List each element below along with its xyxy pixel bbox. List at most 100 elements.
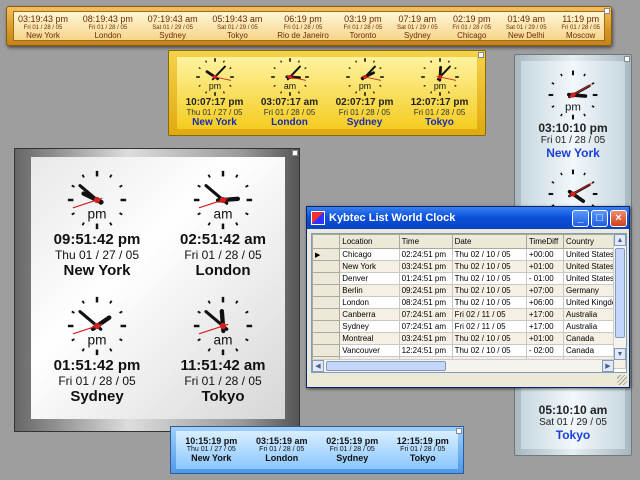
table-row[interactable]: London 08:24:51 pm Thu 02 / 10 / 05 +06:00 U… [312,296,626,309]
clock-tick [551,181,555,184]
clock-time: 11:19 pm [562,14,600,24]
column-header-timediff[interactable]: TimeDiff [525,234,565,249]
table-row[interactable]: Denver 01:24:51 pm Thu 02 / 10 / 05- 01:00… [312,272,626,285]
scroll-thumb[interactable] [615,248,625,338]
clock-tick [197,338,201,342]
clock-tick [235,174,239,178]
table-row[interactable]: Montreal 03:24:51 pm Thu 02 / 10 / 05 +01:0… [312,332,626,345]
vertical-scrollbar[interactable]: ▲ ▼ [613,234,626,360]
table-cell: 01:24:51 pm [398,272,453,285]
clock-tick [197,184,201,188]
table-row[interactable]: Berlin 09:24:51 pm Thu 02 / 10 / 05 +07:00 G… [312,284,626,297]
city-clock-london: am 03:07:17 am Fri 01 / 28 / 05 London [255,57,325,129]
clock-city: New Delhi [507,31,545,40]
clock-tick [591,105,595,108]
clock-tick [303,67,307,70]
clock-tick [228,67,232,70]
horizontal-scrollbar[interactable]: ◀ ▶ [312,359,614,372]
minimize-button[interactable]: _ [572,209,589,227]
gold-panel-clocks: pm 10:07:17 pm Thu 01 / 27 / 05 New York am 0… [177,57,477,129]
city-clock-new-york: 03:19:43 pm Fri 01 / 28 / 05 New York [18,12,68,40]
clock-time: 03:07:17 am [260,97,319,108]
city-clock-sydney: 02:15:19 pm Fri 01 / 28 / 05 Sydney [317,431,387,469]
row-header[interactable] [312,272,341,285]
clock-tick [222,91,225,94]
city-clock-new-delhi: 01:49 am Sat 01 / 29 / 05 New Delhi [506,12,547,40]
clock-time: 06:19 pm [284,14,322,24]
clock-ampm: pm [358,81,370,91]
row-header[interactable] [312,260,341,273]
clock-tick [354,91,357,94]
city-clock-new-york: pm 09:51:42 pm Thu 01 / 27 / 05 New York [35,169,159,279]
clock-city: Rio de Janeiro [277,31,329,40]
clock-time: 02:51:42 am [180,231,266,248]
table-row[interactable]: Canberra 07:24:51 am Fri 02 / 11 / 05 +17:0… [312,308,626,321]
city-clock-moscow: 11:19 pm Fri 01 / 28 / 05 Moscow [561,12,600,40]
window-titlebar[interactable]: Kybtec List World Clock _ □ × [307,207,629,229]
scroll-down-icon[interactable]: ▼ [614,348,626,360]
clock-tick [347,84,351,87]
clock-tick [81,300,85,304]
table-row[interactable]: ▶ Chicago 02:24:51 pm Thu 02 / 10 / 05 +00:0… [312,248,626,261]
clock-date: Fri 01 / 28 / 05 [184,248,262,262]
clock-ampm: pm [433,81,445,91]
clock-tick [119,338,123,342]
table-row[interactable]: New York 03:24:51 pm Thu 02 / 10 / 05 +01:0… [312,260,626,273]
table-cell: 03:24:51 pm [398,260,453,273]
row-header[interactable]: ▶ [312,248,341,261]
clock-tick [372,60,375,63]
scroll-left-icon[interactable]: ◀ [312,360,324,372]
scroll-right-icon[interactable]: ▶ [602,360,614,372]
table-row[interactable]: Sydney 07:24:51 am Fri 02 / 11 / 05 +17:00 A… [312,320,626,333]
close-icon[interactable] [478,52,484,58]
close-icon[interactable] [604,8,610,14]
analog-clock-icon: pm [548,70,598,120]
clock-date: Fri 01 / 28 / 05 [400,446,446,453]
resize-grip-icon[interactable] [617,375,627,385]
world-clock-bar-top[interactable]: 03:19:43 pm Fri 01 / 28 / 05 New York 08:19… [6,6,612,46]
close-icon[interactable] [624,56,630,62]
city-clock-tokyo: am 11:51:42 am Fri 01 / 28 / 05 Tokyo [161,295,285,405]
column-header-time[interactable]: Time [398,234,453,249]
clock-tick [207,222,211,226]
table-cell: Thu 02 / 10 / 05 [451,296,527,309]
clock-city: London [94,31,122,40]
clock-time: 01:51:42 pm [53,357,141,374]
clock-tick [372,91,375,94]
clock-center [570,92,576,98]
blue-clock-panel[interactable]: 10:15:19 pm Thu 01 / 27 / 05 New York 03:15… [170,426,464,474]
column-header-date[interactable]: Date [451,234,527,249]
clock-time: 11:51:42 am [180,357,266,374]
table-cell: Berlin [339,284,400,297]
clock-city: London [265,453,299,463]
row-header[interactable] [312,332,341,345]
clock-tick [378,67,382,70]
table-cell: 09:24:51 pm [398,284,453,297]
clock-list-grid[interactable]: Location Time Date TimeDiff Country ▶ Chicago… [311,233,627,373]
row-header[interactable] [312,320,341,333]
clock-tick [245,338,249,342]
table-cell: +17:00 [525,308,565,321]
clock-tick [279,60,282,63]
row-header[interactable] [312,344,341,357]
window-title: Kybtec List World Clock [329,212,456,224]
clock-tick [109,300,113,304]
column-header-location[interactable]: Location [339,234,400,249]
gold-clock-panel[interactable]: pm 10:07:17 pm Thu 01 / 27 / 05 New York am 0… [168,50,486,136]
table-cell: +01:00 [525,260,565,273]
close-button[interactable]: × [610,209,627,227]
row-header[interactable] [312,284,341,297]
clock-ampm: am [214,207,233,222]
silver-clock-panel[interactable]: pm 09:51:42 pm Thu 01 / 27 / 05 New York am 0… [14,148,300,432]
close-icon[interactable] [292,150,298,156]
analog-clock-icon: am [193,296,253,356]
clock-center [362,75,367,79]
row-header[interactable] [312,308,341,321]
table-row[interactable]: Vancouver 12:24:51 pm Thu 02 / 10 / 05- 02… [312,344,626,357]
row-header[interactable] [312,296,341,309]
close-icon[interactable] [456,428,462,434]
scroll-up-icon[interactable]: ▲ [614,234,626,246]
clock-time: 02:15:19 pm [326,436,379,446]
scroll-thumb[interactable] [326,361,446,371]
maximize-button[interactable]: □ [591,209,608,227]
